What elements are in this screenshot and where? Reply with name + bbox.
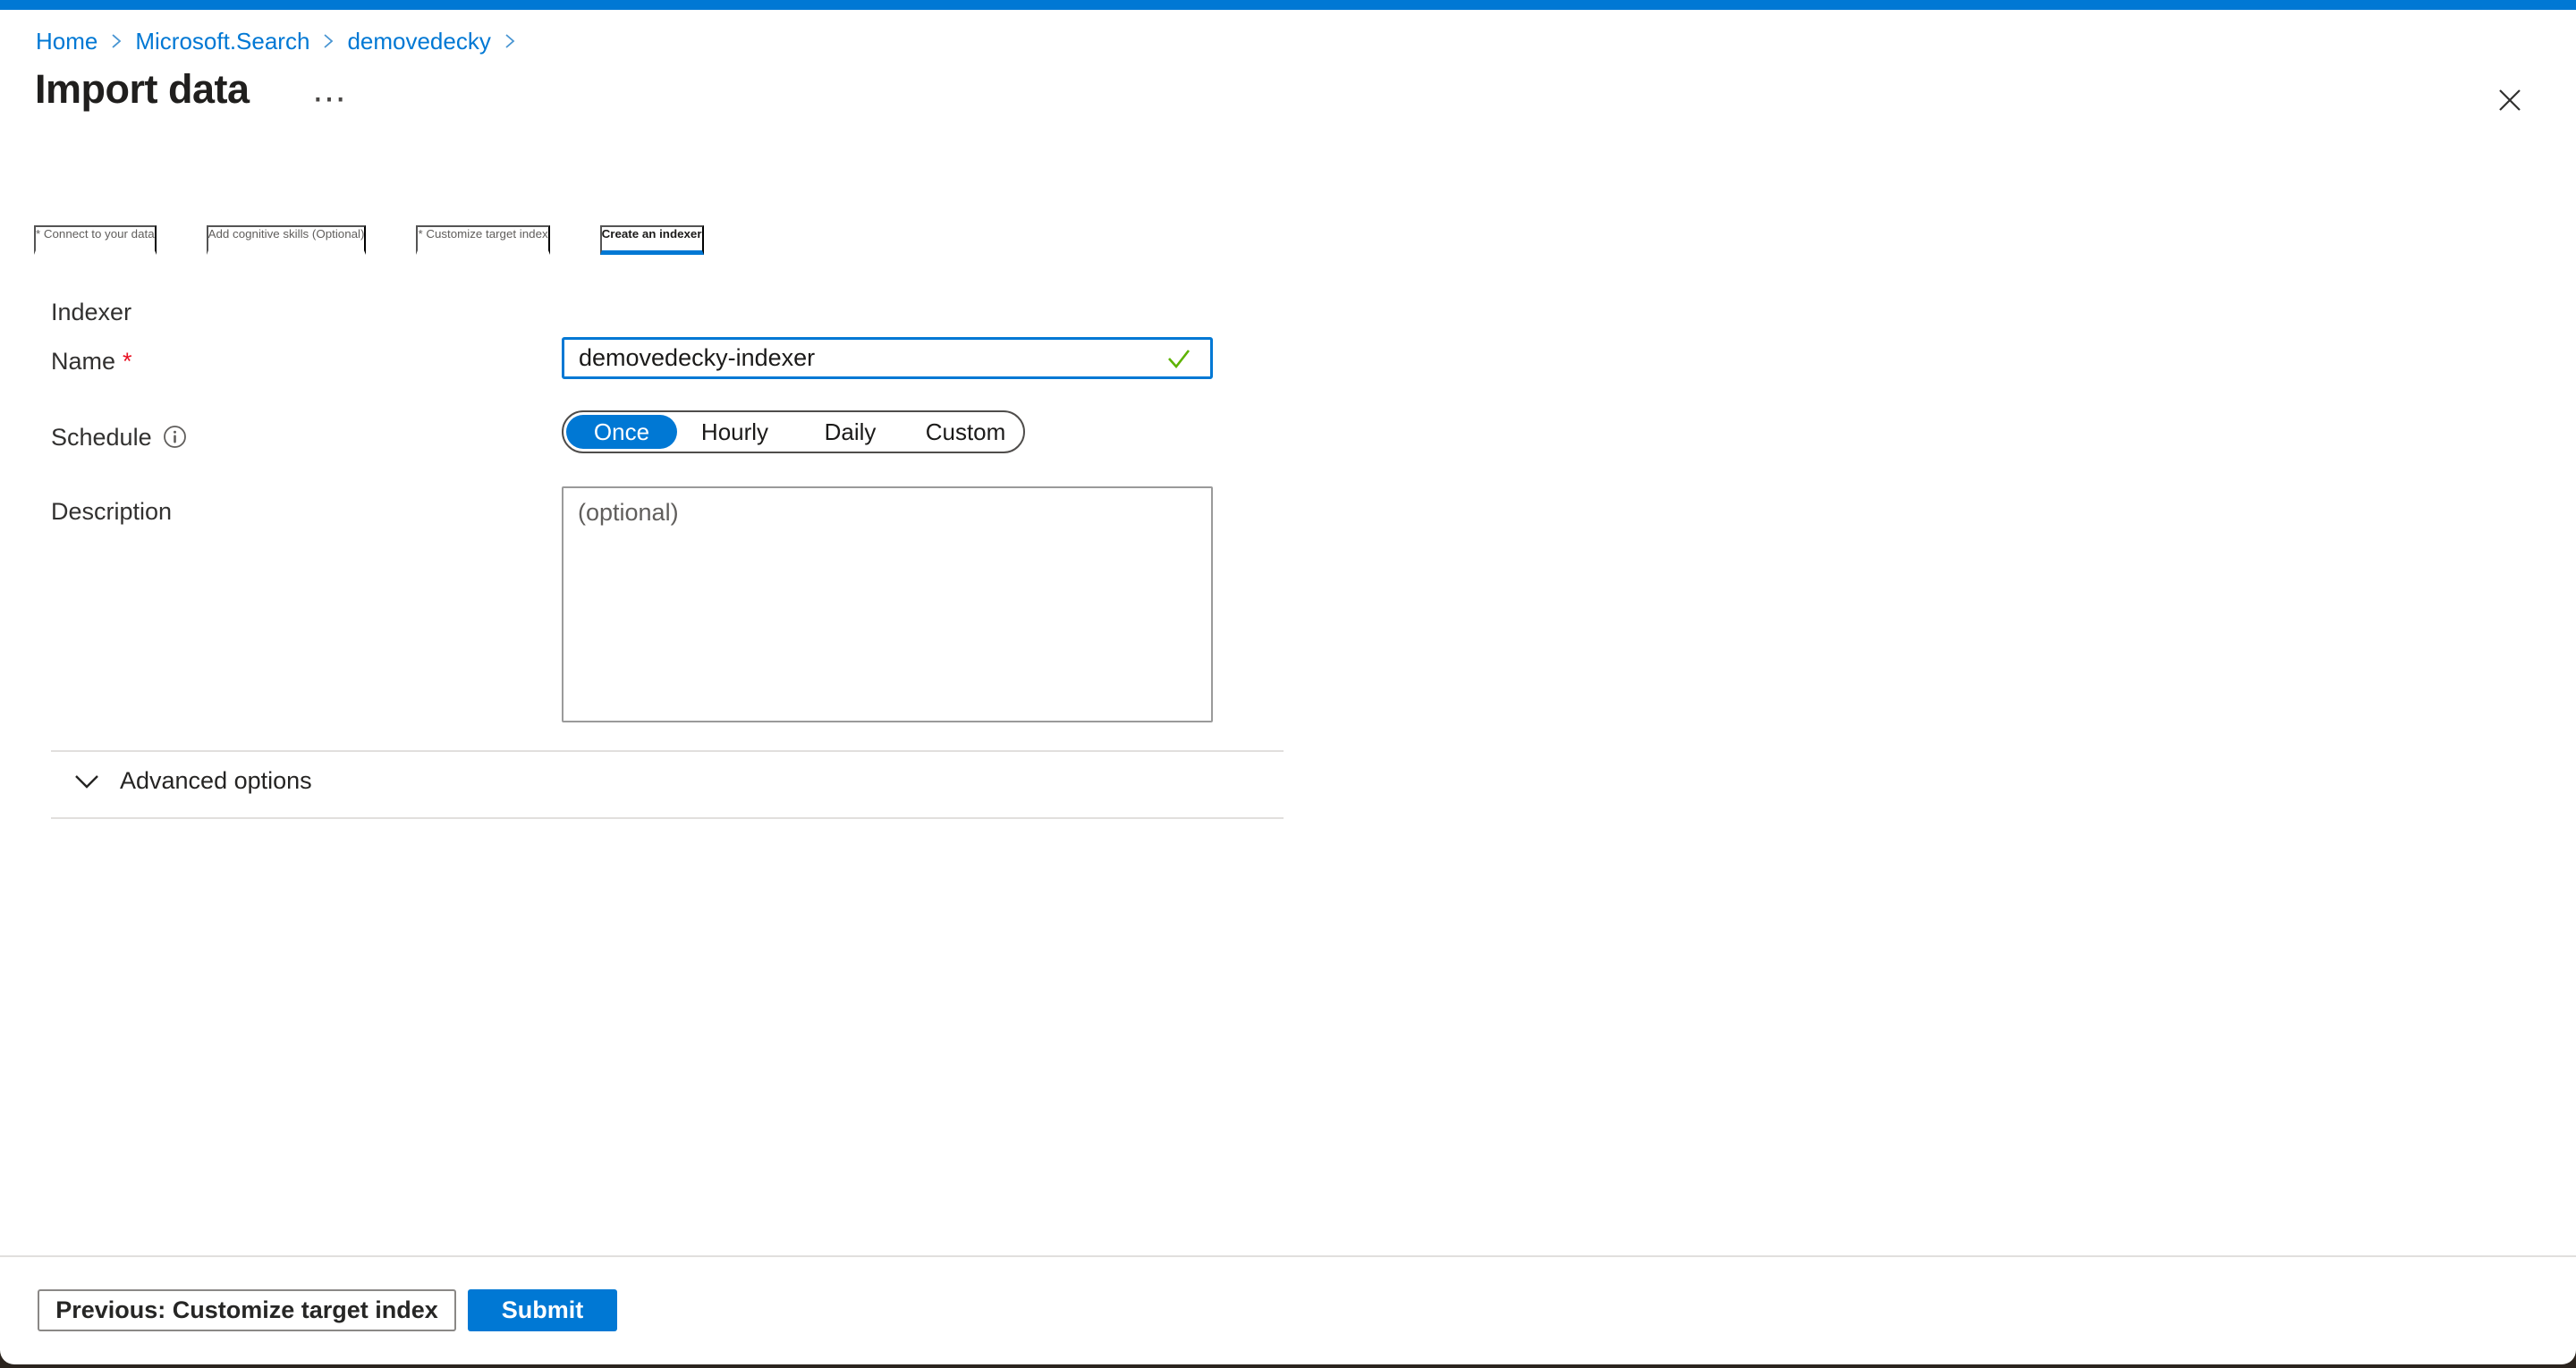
footer-divider	[0, 1255, 2576, 1257]
schedule-option-hourly[interactable]: Hourly	[677, 415, 792, 449]
description-textarea[interactable]	[562, 486, 1213, 722]
chevron-right-icon	[321, 31, 335, 51]
breadcrumb-demovedecky-link[interactable]: demovedecky	[347, 27, 490, 55]
schedule-segmented-control: Once Hourly Daily Custom	[562, 410, 1025, 453]
breadcrumb-microsoft-search-link[interactable]: Microsoft.Search	[135, 27, 309, 55]
submit-button[interactable]: Submit	[468, 1289, 617, 1331]
schedule-option-once[interactable]: Once	[566, 415, 677, 449]
schedule-option-daily[interactable]: Daily	[792, 415, 908, 449]
tab-add-cognitive-skills[interactable]: Add cognitive skills (Optional)	[207, 225, 367, 255]
tab-connect-to-your-data[interactable]: * Connect to your data	[34, 225, 157, 255]
close-icon	[2496, 87, 2523, 114]
import-data-panel: Home Microsoft.Search demovedecky Import…	[0, 0, 2576, 1364]
chevron-down-icon	[73, 773, 100, 790]
tab-create-an-indexer[interactable]: Create an indexer	[600, 225, 704, 255]
name-label: Name*	[51, 347, 132, 376]
breadcrumb: Home Microsoft.Search demovedecky	[36, 27, 517, 55]
indexer-section-heading: Indexer	[51, 299, 131, 326]
indexer-name-input[interactable]	[562, 337, 1213, 379]
advanced-options-toggle[interactable]: Advanced options	[73, 767, 312, 795]
valid-checkmark-icon	[1165, 345, 1193, 376]
divider	[51, 750, 1284, 752]
description-label: Description	[51, 497, 172, 526]
breadcrumb-home-link[interactable]: Home	[36, 27, 97, 55]
info-icon[interactable]	[163, 425, 187, 449]
portal-top-accent-bar	[0, 0, 2576, 10]
chevron-right-icon	[109, 31, 123, 51]
close-button[interactable]	[2487, 77, 2533, 123]
schedule-option-custom[interactable]: Custom	[908, 415, 1023, 449]
required-asterisk: *	[123, 348, 132, 375]
page-title: Import data	[35, 66, 250, 113]
wizard-tabs: * Connect to your data Add cognitive ski…	[34, 225, 704, 255]
chevron-right-icon	[503, 31, 517, 51]
schedule-label: Schedule	[51, 423, 152, 452]
advanced-options-label: Advanced options	[120, 767, 312, 795]
previous-step-button[interactable]: Previous: Customize target index	[38, 1289, 456, 1331]
more-actions-button[interactable]: ⋯	[306, 77, 352, 120]
tab-customize-target-index[interactable]: * Customize target index	[416, 225, 549, 255]
divider	[51, 817, 1284, 819]
